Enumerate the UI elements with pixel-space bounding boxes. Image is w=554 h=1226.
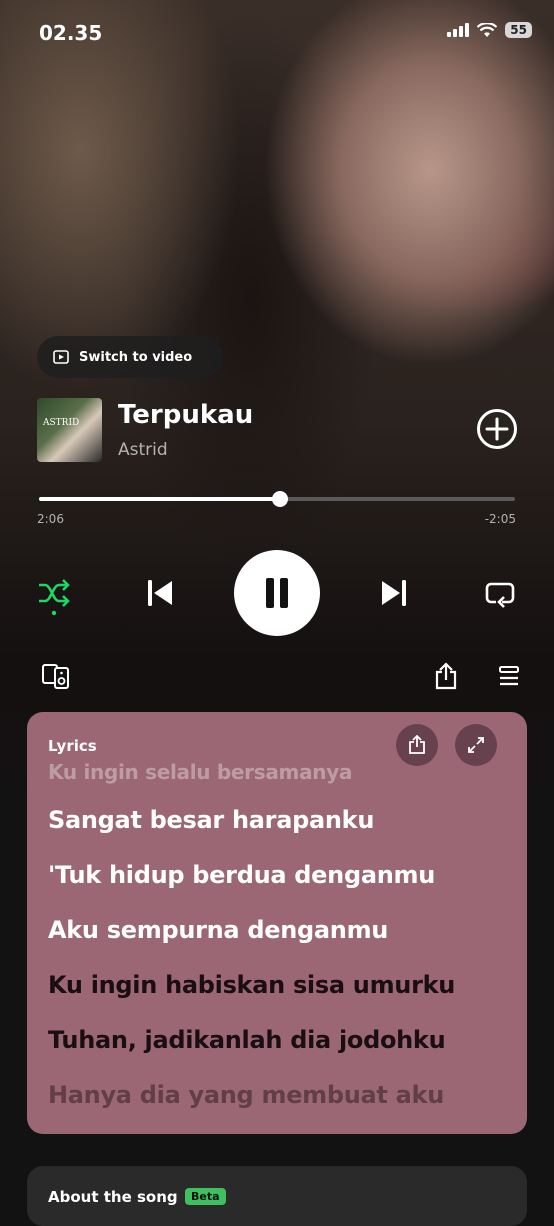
- beta-badge: Beta: [185, 1188, 226, 1205]
- lyric-line[interactable]: Aku sempurna denganmu: [48, 916, 388, 944]
- clock: 02.35: [39, 21, 103, 45]
- lyric-line[interactable]: Ku ingin selalu bersamanya: [48, 760, 352, 784]
- switch-to-video-label: Switch to video: [79, 349, 193, 365]
- status-bar: 02.35 55: [0, 0, 554, 64]
- add-to-library-button[interactable]: [476, 408, 518, 450]
- repeat-button[interactable]: [482, 576, 518, 610]
- battery-indicator: 55: [505, 22, 532, 38]
- previous-track-button[interactable]: [143, 576, 177, 610]
- connect-device-button[interactable]: [40, 660, 72, 692]
- pause-icon: [266, 578, 288, 608]
- video-play-icon: [53, 350, 69, 364]
- share-icon: [435, 662, 457, 690]
- queue-icon: [499, 666, 519, 686]
- switch-to-video-button[interactable]: Switch to video: [37, 336, 223, 378]
- cellular-signal-icon: [447, 23, 470, 37]
- expand-icon: [468, 737, 484, 753]
- next-track-button[interactable]: [377, 576, 411, 610]
- repeat-icon: [485, 582, 515, 608]
- shuffle-icon: [39, 579, 70, 616]
- shuffle-button[interactable]: [36, 576, 72, 616]
- lyric-line[interactable]: 'Tuk hidup berdua denganmu: [48, 861, 435, 889]
- skip-back-icon: [148, 580, 172, 606]
- plus-circle-icon: [477, 409, 517, 449]
- progress-fill: [39, 497, 280, 501]
- album-art[interactable]: ASTRID: [37, 398, 102, 462]
- about-song-card[interactable]: About the song Beta: [27, 1166, 527, 1226]
- wifi-icon: [477, 22, 498, 37]
- lyrics-share-button[interactable]: [396, 724, 438, 766]
- lyric-line[interactable]: Sangat besar harapanku: [48, 806, 374, 834]
- devices-icon: [42, 664, 69, 689]
- skip-forward-icon: [382, 580, 406, 606]
- track-title[interactable]: Terpukau: [118, 400, 253, 430]
- progress-knob[interactable]: [271, 491, 288, 507]
- lyrics-expand-button[interactable]: [455, 724, 497, 766]
- lyric-line[interactable]: Tuhan, jadikanlah dia jodohku: [48, 1026, 446, 1054]
- lyrics-label: Lyrics: [48, 737, 97, 755]
- about-song-title: About the song: [48, 1188, 178, 1206]
- album-art-text: ASTRID: [43, 418, 80, 428]
- progress-bar[interactable]: [39, 491, 515, 507]
- share-button[interactable]: [431, 660, 461, 692]
- queue-button[interactable]: [494, 662, 524, 690]
- remaining-time: -2:05: [484, 512, 516, 526]
- lyric-line[interactable]: Ku ingin habiskan sisa umurku: [48, 971, 455, 999]
- share-icon: [409, 735, 425, 754]
- track-artist[interactable]: Astrid: [118, 440, 168, 460]
- lyric-line[interactable]: Hanya dia yang membuat aku: [48, 1081, 444, 1109]
- pause-button[interactable]: [234, 550, 320, 636]
- lyrics-card[interactable]: Lyrics Ku ingin selalu bersamanya Sangat…: [27, 712, 527, 1134]
- elapsed-time: 2:06: [37, 512, 64, 526]
